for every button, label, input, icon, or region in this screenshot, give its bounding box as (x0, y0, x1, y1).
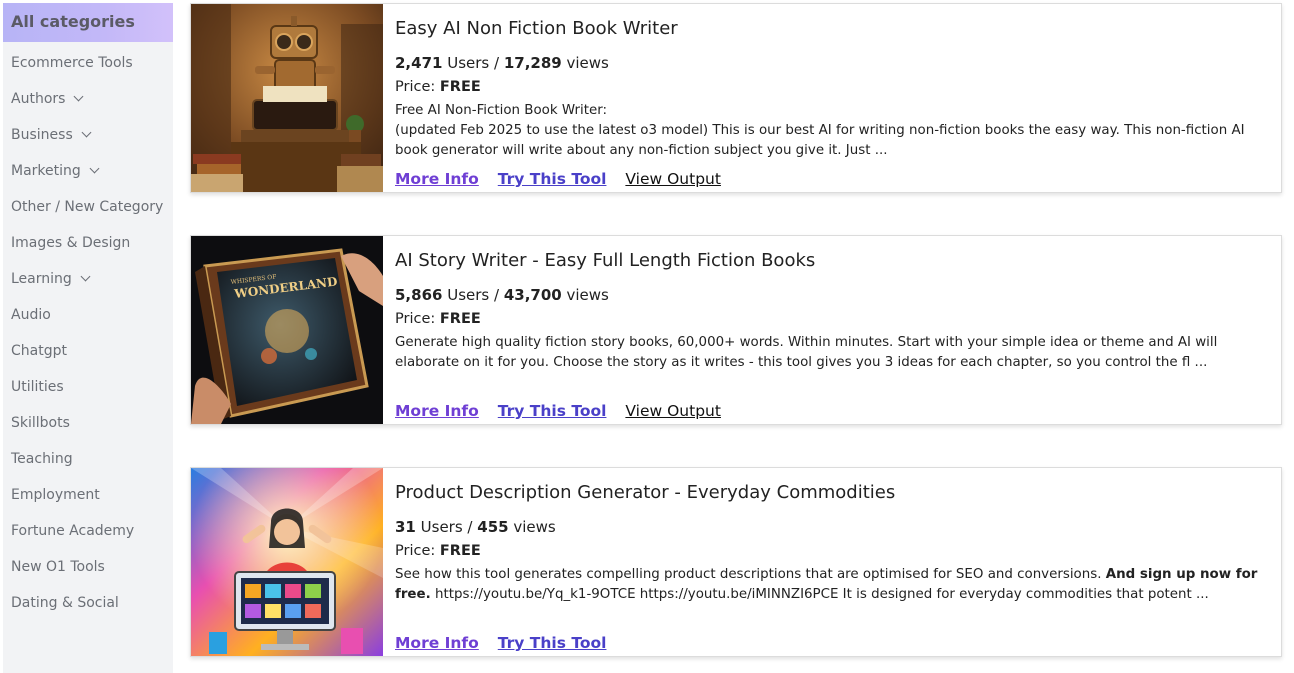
sidebar-item-fortune-academy[interactable]: Fortune Academy (3, 513, 173, 549)
sidebar-item-label: New O1 Tools (11, 559, 105, 575)
sidebar-item-learning[interactable]: Learning (3, 261, 173, 297)
price-label: Price: (395, 311, 436, 327)
tool-card-story-writer: WHISPERS OF WONDERLAND AI Story Writer -… (190, 235, 1282, 425)
chevron-down-icon[interactable] (80, 271, 91, 282)
try-tool-link[interactable]: Try This Tool (498, 402, 607, 420)
sidebar-item-label: Business (11, 127, 73, 143)
shopping-celebration-image[interactable] (191, 468, 383, 656)
users-count: 5,866 (395, 286, 443, 304)
tool-title[interactable]: Easy AI Non Fiction Book Writer (395, 18, 678, 39)
chevron-down-icon[interactable] (89, 163, 100, 174)
sidebar-item-label: Employment (11, 487, 100, 503)
sidebar-item-label: Audio (11, 307, 51, 323)
sidebar-item-label: Utilities (11, 379, 64, 395)
category-sidebar: All categories Ecommerce Tools Authors Bus… (3, 3, 173, 673)
views-label: views (513, 518, 556, 536)
sidebar-item-skillbots[interactable]: Skillbots (3, 405, 173, 441)
views-label: views (566, 54, 609, 72)
more-info-link[interactable]: More Info (395, 402, 479, 420)
sidebar-item-label: Teaching (11, 451, 73, 467)
sidebar-item-teaching[interactable]: Teaching (3, 441, 173, 477)
chevron-down-icon[interactable] (81, 127, 92, 138)
sidebar-item-authors[interactable]: Authors (3, 81, 173, 117)
sidebar-item-employment[interactable]: Employment (3, 477, 173, 513)
view-output-link[interactable]: View Output (625, 170, 721, 188)
storybook-image[interactable]: WHISPERS OF WONDERLAND (191, 236, 383, 424)
more-info-link[interactable]: More Info (395, 634, 479, 652)
sidebar-item-label: Skillbots (11, 415, 70, 431)
tool-description: Generate high quality fiction story book… (395, 335, 1218, 370)
try-tool-link[interactable]: Try This Tool (498, 170, 607, 188)
sidebar-item-images-design[interactable]: Images & Design (3, 225, 173, 261)
sidebar-item-dating-social[interactable]: Dating & Social (3, 585, 173, 621)
users-label: Users / (447, 286, 500, 304)
card-links: More Info Try This Tool View Output (395, 170, 735, 188)
price: Price: FREE (395, 79, 481, 95)
tool-title[interactable]: AI Story Writer - Easy Full Length Ficti… (395, 250, 815, 271)
views-count: 455 (477, 518, 509, 536)
sidebar-item-label: Dating & Social (11, 595, 119, 611)
card-content: AI Story Writer - Easy Full Length Ficti… (395, 236, 1265, 424)
sidebar-item-business[interactable]: Business (3, 117, 173, 153)
sidebar-item-marketing[interactable]: Marketing (3, 153, 173, 189)
views-count: 17,289 (503, 54, 562, 72)
chevron-down-icon[interactable] (73, 91, 84, 102)
users-count: 2,471 (395, 54, 443, 72)
view-output-link[interactable]: View Output (625, 402, 721, 420)
price-value: FREE (439, 79, 481, 95)
card-links: More Info Try This Tool (395, 634, 620, 652)
sidebar-item-label: Ecommerce Tools (11, 55, 133, 71)
sidebar-item-utilities[interactable]: Utilities (3, 369, 173, 405)
card-content: Easy AI Non Fiction Book Writer 2,471 Us… (395, 4, 1265, 192)
sidebar-item-audio[interactable]: Audio (3, 297, 173, 333)
price: Price: FREE (395, 543, 481, 559)
card-content: Product Description Generator - Everyday… (395, 468, 1265, 656)
sidebar-item-new-o1-tools[interactable]: New O1 Tools (3, 549, 173, 585)
views-count: 43,700 (503, 286, 562, 304)
more-info-link[interactable]: More Info (395, 170, 479, 188)
tool-title[interactable]: Product Description Generator - Everyday… (395, 482, 895, 503)
usage-stats: 31 Users / 455 views (395, 518, 556, 536)
tool-card-product-description: Product Description Generator - Everyday… (190, 467, 1282, 657)
price-value: FREE (439, 311, 481, 327)
price-value: FREE (439, 543, 481, 559)
sidebar-item-label: Other / New Category (11, 199, 164, 215)
sidebar-item-label: Fortune Academy (11, 523, 135, 539)
sidebar-item-label: Learning (11, 271, 72, 287)
description-text: See how this tool generates compelling p… (395, 567, 1102, 582)
users-count: 31 (395, 518, 416, 536)
users-label: Users / (420, 518, 473, 536)
description-links: https://youtu.be/Yq_k1-9OTCE https://you… (434, 587, 1209, 602)
tool-description: Free AI Non-Fiction Book Writer: (update… (395, 101, 1265, 161)
robot-typewriter-image[interactable] (191, 4, 383, 192)
try-tool-link[interactable]: Try This Tool (498, 634, 607, 652)
users-label: Users / (447, 54, 500, 72)
price: Price: FREE (395, 311, 481, 327)
sidebar-item-ecommerce-tools[interactable]: Ecommerce Tools (3, 45, 173, 81)
usage-stats: 2,471 Users / 17,289 views (395, 54, 609, 72)
sidebar-item-other-new-category[interactable]: Other / New Category (3, 189, 173, 225)
price-label: Price: (395, 543, 436, 559)
description-line: (updated Feb 2025 to use the latest o3 m… (395, 123, 1245, 158)
sidebar-item-label: Marketing (11, 163, 81, 179)
sidebar-item-label: Authors (11, 91, 66, 107)
price-label: Price: (395, 79, 436, 95)
description-line: Free AI Non-Fiction Book Writer: (395, 103, 607, 118)
views-label: views (566, 286, 609, 304)
sidebar-item-label: Images & Design (11, 235, 131, 251)
page: All categories Ecommerce Tools Authors Bus… (0, 0, 1294, 673)
tool-description: See how this tool generates compelling p… (395, 565, 1265, 605)
category-list: Ecommerce Tools Authors Business Marketing O… (3, 45, 173, 621)
card-links: More Info Try This Tool View Output (395, 402, 735, 420)
category-all-active[interactable]: All categories (3, 3, 173, 42)
sidebar-item-label: Chatgpt (11, 343, 67, 359)
usage-stats: 5,866 Users / 43,700 views (395, 286, 609, 304)
sidebar-item-chatgpt[interactable]: Chatgpt (3, 333, 173, 369)
tool-card-nonfiction-writer: Easy AI Non Fiction Book Writer 2,471 Us… (190, 3, 1282, 193)
